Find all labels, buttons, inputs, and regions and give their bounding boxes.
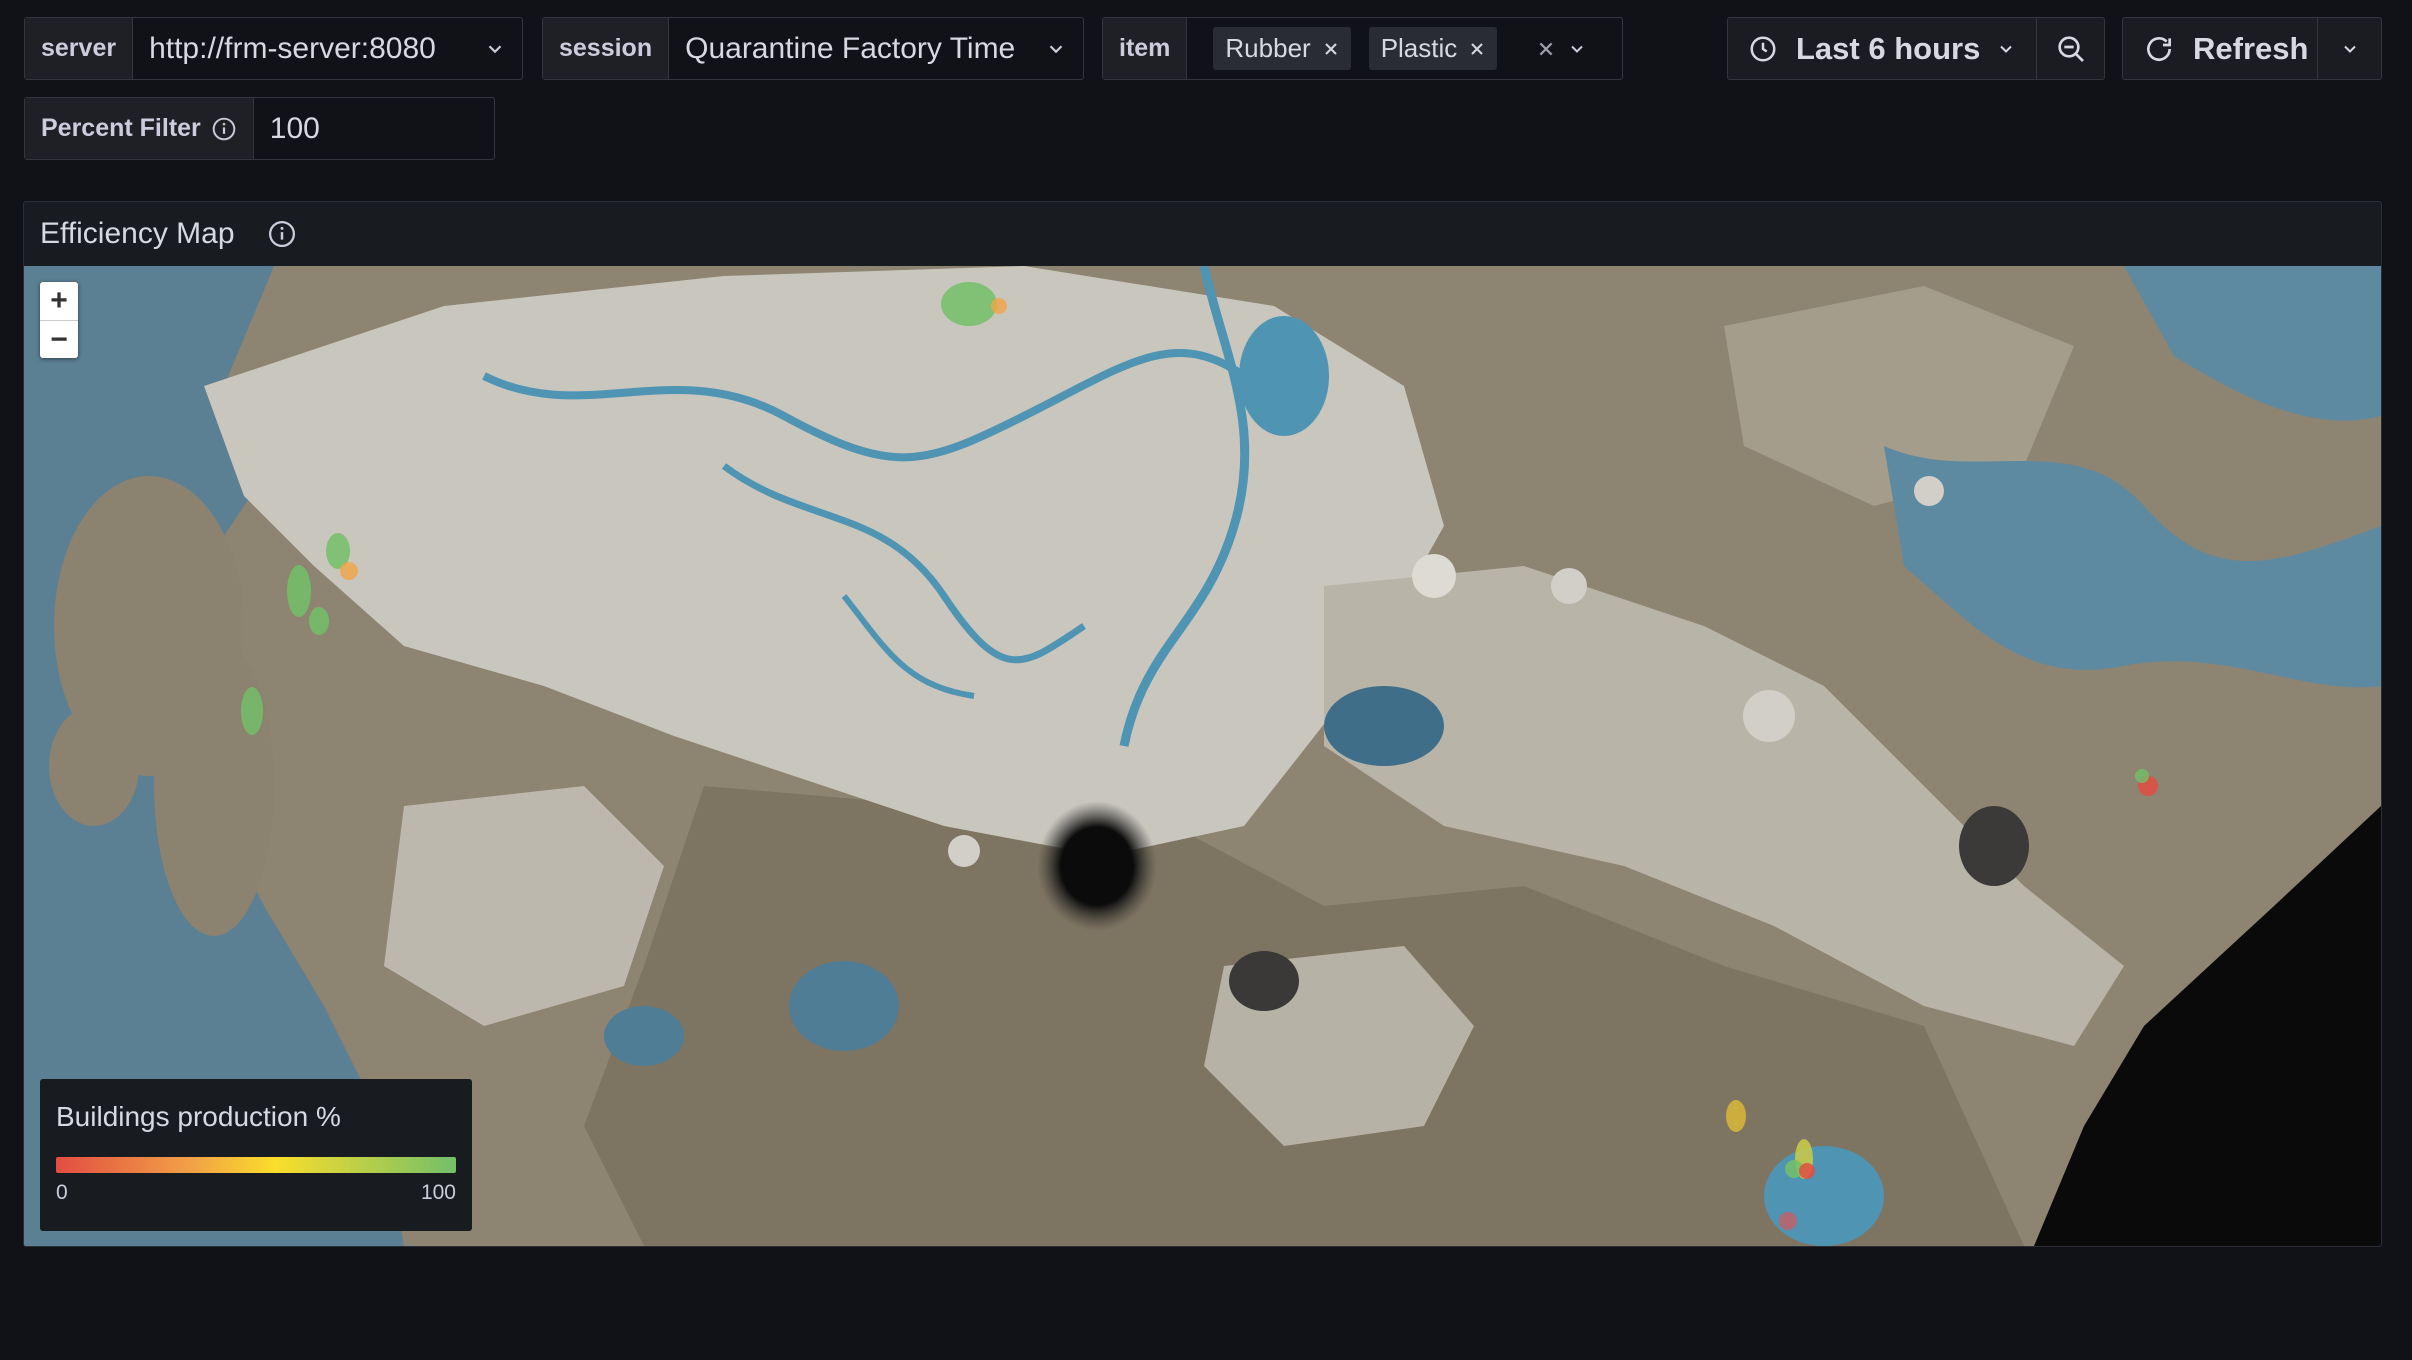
time-range-label: Last 6 hours xyxy=(1796,30,1981,66)
refresh-interval-dropdown[interactable] xyxy=(2317,17,2382,80)
item-variable-label: item xyxy=(1103,18,1188,79)
legend-min: 0 xyxy=(56,1181,68,1204)
item-chip-rubber: Rubber xyxy=(1213,27,1351,70)
chevron-down-icon xyxy=(488,44,502,53)
chip-label: Plastic xyxy=(1380,33,1458,63)
clear-all-icon[interactable] xyxy=(1537,40,1555,58)
item-multiselect[interactable]: Rubber Plastic xyxy=(1187,18,1622,79)
session-value: Quarantine Factory Time xyxy=(685,31,1016,65)
server-variable-label: server xyxy=(25,18,134,79)
refresh-icon xyxy=(2147,36,2171,61)
remove-chip-icon[interactable] xyxy=(1469,41,1485,57)
item-chip-plastic: Plastic xyxy=(1368,27,1498,70)
percent-filter-variable[interactable]: Percent Filter 100 xyxy=(24,97,495,160)
panel-header: Efficiency Map xyxy=(24,202,2381,266)
item-variable[interactable]: item Rubber Plastic xyxy=(1102,17,1623,80)
remove-chip-icon[interactable] xyxy=(1323,41,1339,57)
legend-max: 100 xyxy=(420,1181,456,1204)
zoom-out-button[interactable]: − xyxy=(40,320,78,358)
percent-filter-input[interactable]: 100 xyxy=(254,98,494,159)
chevron-down-icon xyxy=(1571,45,1583,53)
time-range-picker[interactable]: Last 6 hours xyxy=(1727,17,2037,80)
clock-icon xyxy=(1750,36,1776,61)
legend-title: Buildings production % xyxy=(56,1101,341,1132)
info-icon[interactable] xyxy=(267,219,297,249)
percent-filter-label: Percent Filter xyxy=(25,98,254,159)
chevron-down-icon xyxy=(2343,45,2356,53)
server-select[interactable]: http://frm-server:8080 xyxy=(133,18,522,79)
server-variable[interactable]: server http://frm-server:8080 xyxy=(24,17,523,80)
session-select[interactable]: Quarantine Factory Time xyxy=(669,18,1083,79)
map-legend: Buildings production % 0 100 xyxy=(40,1079,472,1231)
map-canvas[interactable]: + − Buildings production % 0 100 xyxy=(24,266,2381,1246)
zoom-out-icon xyxy=(2057,35,2084,62)
map-zoom-control: + − xyxy=(40,282,78,358)
panel-title: Efficiency Map xyxy=(40,217,235,250)
zoom-out-time-button[interactable] xyxy=(2036,17,2105,80)
chevron-down-icon xyxy=(1049,44,1063,53)
chevron-down-icon xyxy=(2000,45,2012,53)
session-variable[interactable]: session Quarantine Factory Time xyxy=(542,17,1084,80)
efficiency-map-panel: Efficiency Map + − Buildings production … xyxy=(23,201,2382,1247)
refresh-label: Refresh xyxy=(2193,30,2309,66)
refresh-button[interactable]: Refresh xyxy=(2122,17,2318,80)
chip-label: Rubber xyxy=(1225,33,1311,63)
zoom-in-button[interactable]: + xyxy=(40,282,78,320)
session-variable-label: session xyxy=(543,18,670,79)
percent-filter-label-text: Percent Filter xyxy=(41,114,201,142)
legend-ticks: 0 100 xyxy=(56,1181,456,1205)
info-icon[interactable] xyxy=(211,116,237,142)
legend-gradient xyxy=(56,1157,456,1173)
server-value: http://frm-server:8080 xyxy=(149,31,436,65)
